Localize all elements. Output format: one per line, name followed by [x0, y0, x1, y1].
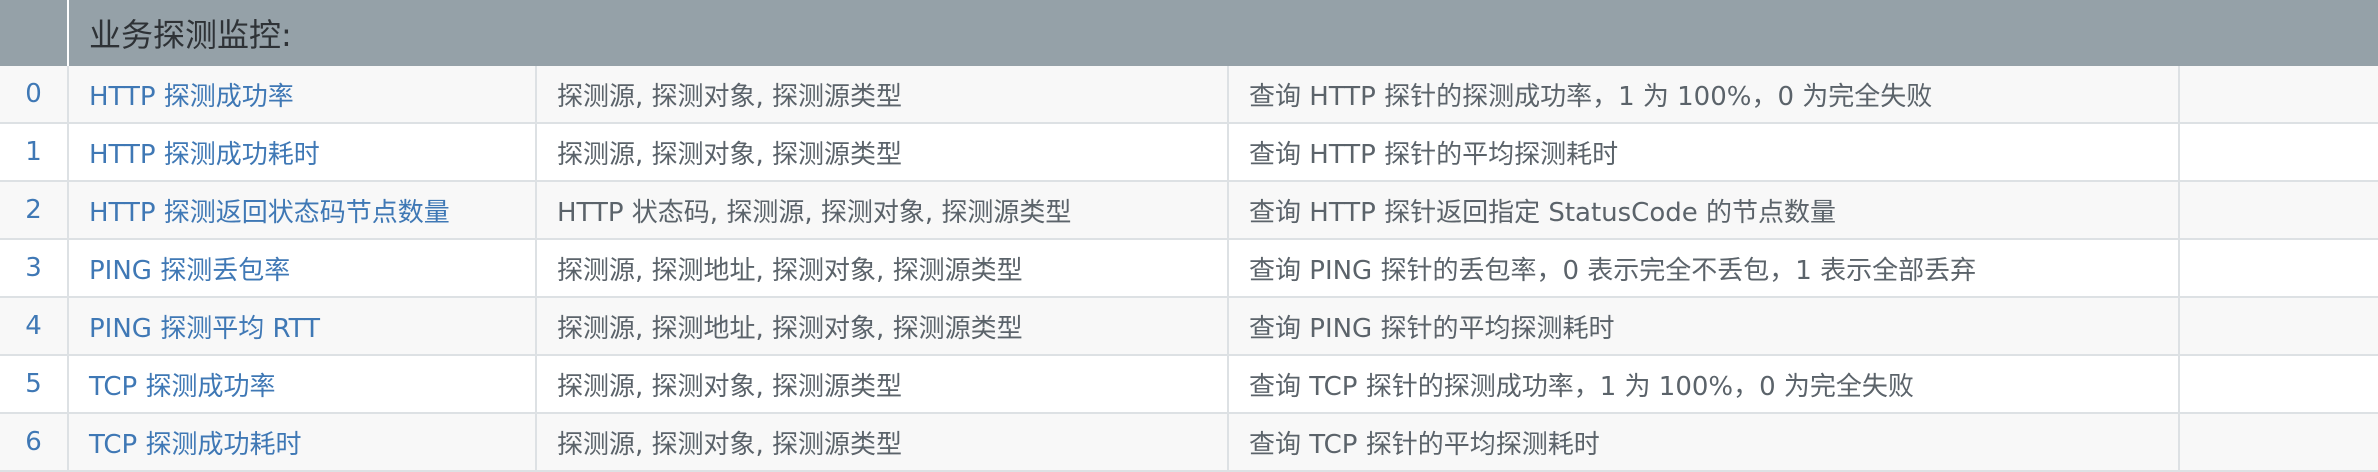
table-row: 1 HTTP 探测成功耗时 探测源, 探测对象, 探测源类型 查询 HTTP 探…: [0, 124, 2378, 182]
empty-cell: [2180, 414, 2378, 470]
row-index: 2: [0, 182, 69, 238]
empty-cell: [2180, 124, 2378, 180]
table-row: 6 TCP 探测成功耗时 探测源, 探测对象, 探测源类型 查询 TCP 探针的…: [0, 414, 2378, 472]
table-row: 0 HTTP 探测成功率 探测源, 探测对象, 探测源类型 查询 HTTP 探针…: [0, 66, 2378, 124]
metric-description: 查询 PING 探针的平均探测耗时: [1229, 298, 2180, 354]
metric-name[interactable]: TCP 探测成功率: [69, 356, 537, 412]
table-row: 5 TCP 探测成功率 探测源, 探测对象, 探测源类型 查询 TCP 探针的探…: [0, 356, 2378, 414]
metric-name[interactable]: HTTP 探测返回状态码节点数量: [69, 182, 537, 238]
metric-description: 查询 TCP 探针的平均探测耗时: [1229, 414, 2180, 470]
table-row: 2 HTTP 探测返回状态码节点数量 HTTP 状态码, 探测源, 探测对象, …: [0, 182, 2378, 240]
metric-name[interactable]: HTTP 探测成功率: [69, 66, 537, 122]
metric-description: 查询 HTTP 探针的平均探测耗时: [1229, 124, 2180, 180]
metric-labels: 探测源, 探测对象, 探测源类型: [537, 356, 1229, 412]
empty-cell: [2180, 66, 2378, 122]
table-header: 业务探测监控:: [0, 0, 2378, 66]
metric-name[interactable]: PING 探测平均 RTT: [69, 298, 537, 354]
metric-labels: 探测源, 探测对象, 探测源类型: [537, 414, 1229, 470]
header-index-cell: [0, 0, 69, 66]
empty-cell: [2180, 298, 2378, 354]
metric-name[interactable]: HTTP 探测成功耗时: [69, 124, 537, 180]
metric-labels: 探测源, 探测地址, 探测对象, 探测源类型: [537, 298, 1229, 354]
row-index: 4: [0, 298, 69, 354]
row-index: 5: [0, 356, 69, 412]
row-index: 0: [0, 66, 69, 122]
metric-description: 查询 TCP 探针的探测成功率，1 为 100%，0 为完全失败: [1229, 356, 2180, 412]
metric-labels: 探测源, 探测地址, 探测对象, 探测源类型: [537, 240, 1229, 296]
metric-labels: 探测源, 探测对象, 探测源类型: [537, 66, 1229, 122]
row-index: 3: [0, 240, 69, 296]
empty-cell: [2180, 240, 2378, 296]
metric-description: 查询 HTTP 探针的探测成功率，1 为 100%，0 为完全失败: [1229, 66, 2180, 122]
metric-name[interactable]: TCP 探测成功耗时: [69, 414, 537, 470]
row-index: 6: [0, 414, 69, 470]
metric-description: 查询 PING 探针的丢包率，0 表示完全不丢包，1 表示全部丢弃: [1229, 240, 2180, 296]
row-index: 1: [0, 124, 69, 180]
empty-cell: [2180, 356, 2378, 412]
table-row: 4 PING 探测平均 RTT 探测源, 探测地址, 探测对象, 探测源类型 查…: [0, 298, 2378, 356]
metric-description: 查询 HTTP 探针返回指定 StatusCode 的节点数量: [1229, 182, 2180, 238]
empty-cell: [2180, 182, 2378, 238]
metric-labels: HTTP 状态码, 探测源, 探测对象, 探测源类型: [537, 182, 1229, 238]
table-row: 3 PING 探测丢包率 探测源, 探测地址, 探测对象, 探测源类型 查询 P…: [0, 240, 2378, 298]
metrics-table: 业务探测监控: 0 HTTP 探测成功率 探测源, 探测对象, 探测源类型 查询…: [0, 0, 2378, 472]
metric-name[interactable]: PING 探测丢包率: [69, 240, 537, 296]
metric-labels: 探测源, 探测对象, 探测源类型: [537, 124, 1229, 180]
section-title: 业务探测监控:: [89, 16, 292, 54]
